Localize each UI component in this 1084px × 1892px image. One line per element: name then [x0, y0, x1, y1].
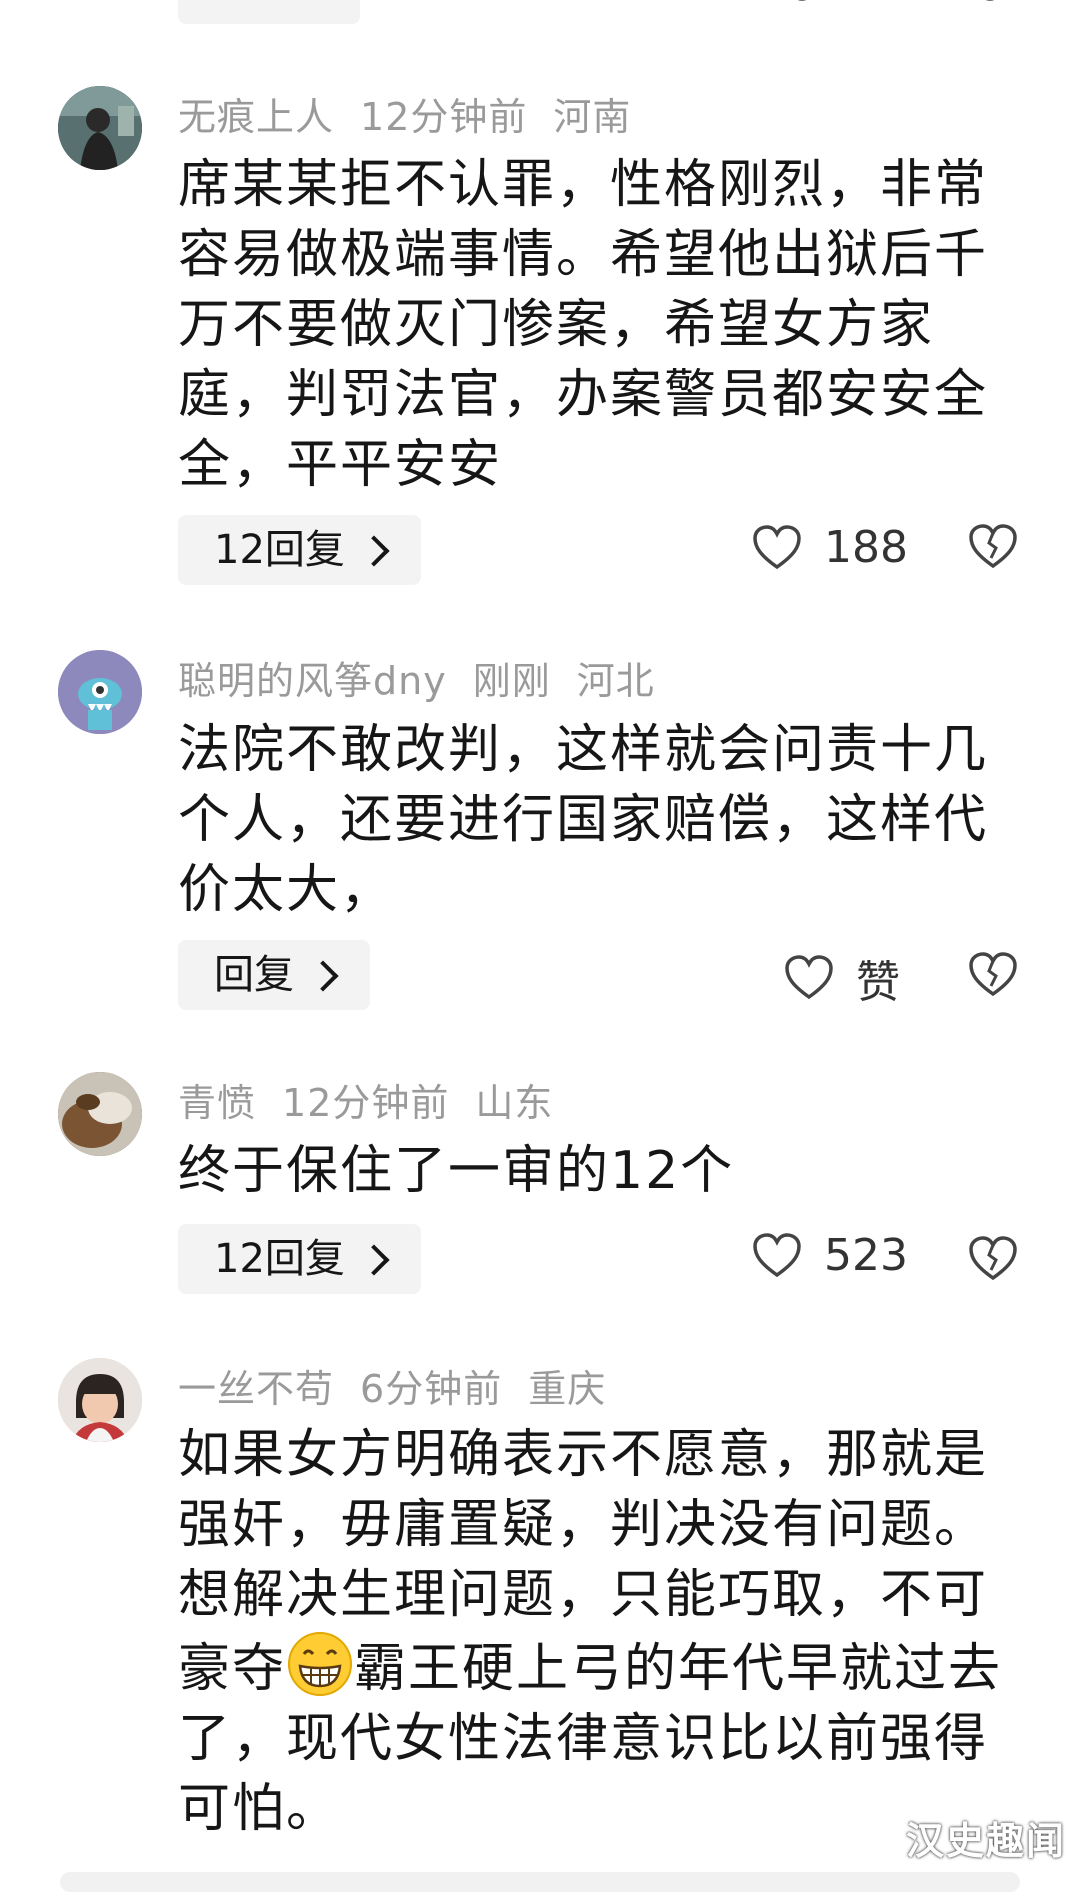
comment-meta: 青愤 12分钟前 山东	[178, 1072, 579, 1127]
avatar[interactable]	[58, 650, 142, 734]
broken-heart-icon	[969, 524, 1017, 569]
timestamp: 刚刚	[472, 659, 551, 703]
heart-icon	[753, 524, 801, 569]
like-count: 188	[824, 522, 908, 573]
like-button[interactable]: 赞	[784, 946, 900, 1010]
username[interactable]: 无痕上人	[178, 95, 334, 139]
avatar[interactable]	[58, 1072, 142, 1156]
like-count: 523	[824, 1230, 908, 1281]
comment-text: 终于保住了一审的12个	[178, 1141, 735, 1201]
comment-text: 法院不敢改判，这样就会问责十几个人，还要进行国家赔偿，这样代价太大，	[178, 720, 989, 920]
location: 河北	[576, 659, 655, 703]
reply-label: 12回复	[214, 1236, 345, 1282]
dislike-button[interactable]	[968, 952, 1018, 998]
reply-button[interactable]: 回复	[178, 940, 370, 1010]
heart-icon[interactable]	[780, 0, 824, 10]
username[interactable]: 聪明的风筝dny	[178, 659, 447, 703]
avatar[interactable]	[58, 86, 142, 170]
comment-meta: 一丝不苟 6分钟前 重庆	[178, 1358, 632, 1413]
broken-heart-icon[interactable]	[968, 0, 1012, 10]
comment-meta: 聪明的风筝dny 刚刚 河北	[178, 650, 681, 705]
dislike-button[interactable]	[968, 1236, 1018, 1282]
broken-heart-icon	[969, 1236, 1017, 1281]
location: 山东	[475, 1081, 554, 1125]
next-comment-edge	[60, 1872, 1020, 1892]
reply-button[interactable]: 12回复	[178, 1224, 421, 1294]
dislike-button[interactable]	[968, 524, 1018, 570]
avatar[interactable]	[58, 1358, 142, 1442]
like-button[interactable]: 188	[752, 522, 908, 573]
reply-button[interactable]: 12回复	[178, 515, 421, 585]
like-button[interactable]: 523	[752, 1230, 908, 1281]
chevron-right-icon	[307, 960, 339, 992]
location: 河南	[553, 95, 632, 139]
comment-text: 席某某拒不认罪，性格刚烈，非常容易做极端事情。希望他出狱后千万不要做灭门惨案，希…	[178, 155, 989, 495]
username[interactable]: 一丝不苟	[178, 1367, 334, 1411]
previous-comment-actions	[0, 0, 1084, 30]
timestamp: 12分钟前	[360, 95, 528, 139]
comment-meta: 无痕上人 12分钟前 河南	[178, 86, 657, 141]
heart-icon	[785, 955, 833, 1000]
broken-heart-icon	[969, 952, 1017, 997]
comment-text: 如果女方明确表示不愿意，那就是强奸，毋庸置疑，判决没有问题。想解决生理问题，只能…	[178, 1420, 1028, 1844]
chevron-right-icon	[358, 1244, 390, 1276]
reply-label: 回复	[214, 952, 294, 998]
username[interactable]: 青愤	[178, 1081, 256, 1125]
reply-label: 12回复	[214, 527, 345, 573]
timestamp: 12分钟前	[282, 1081, 450, 1125]
like-count: 赞	[856, 957, 900, 1008]
location: 重庆	[528, 1367, 607, 1411]
watermark: 汉史趣闻	[905, 1819, 1066, 1863]
previous-reply-button[interactable]	[178, 0, 360, 24]
heart-icon	[753, 1232, 801, 1277]
chevron-right-icon	[358, 535, 390, 567]
grinning-emoji-icon	[288, 1632, 353, 1696]
timestamp: 6分钟前	[360, 1367, 503, 1411]
